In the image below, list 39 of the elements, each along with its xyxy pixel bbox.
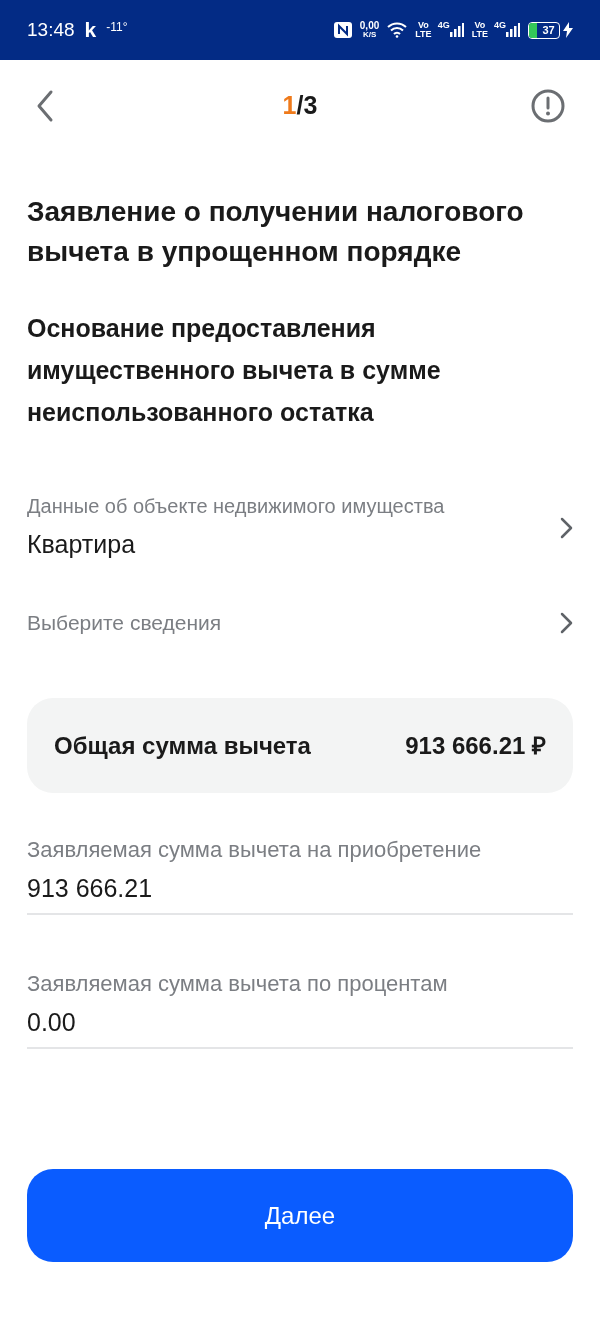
- charging-icon: [563, 22, 573, 38]
- wifi-icon: [387, 22, 408, 38]
- field-placeholder: Выберите сведения: [27, 610, 222, 637]
- input-field[interactable]: Заявляемая сумма вычета по процентам 0.00: [27, 967, 573, 1049]
- volte-label: Vo: [474, 21, 486, 30]
- status-time: 13:48: [27, 17, 75, 42]
- field-label: Заявляемая сумма вычета по процентам: [27, 970, 449, 998]
- battery-level: 37: [541, 22, 556, 38]
- info-icon[interactable]: [531, 89, 565, 123]
- field-value: 913 666.21: [27, 873, 154, 904]
- total-amount: 913 666.21 ₽: [405, 730, 546, 761]
- network-speed: 0,00: [359, 21, 380, 31]
- page-title: Заявление о получении налогового вычета в упрощенном порядке: [27, 195, 525, 269]
- network-type: 4G: [437, 19, 450, 33]
- chevron-right-icon: [559, 611, 573, 635]
- field-value: Квартира: [27, 529, 137, 560]
- back-icon[interactable]: [35, 89, 55, 123]
- field-value: 0.00: [27, 1007, 77, 1038]
- signal-icon: [506, 23, 520, 37]
- step-counter: 1/3: [282, 90, 318, 122]
- network-type: 4G: [494, 19, 506, 33]
- section-title: Основание предоставления имущественного вычета в сумме неиспользованного остатка: [27, 313, 442, 428]
- input-field[interactable]: Заявляемая сумма вычета на приобретение 913 666.21: [27, 833, 573, 915]
- signal-icon: [449, 23, 464, 37]
- field-label: Заявляемая сумма вычета на приобретение: [27, 836, 483, 864]
- speed-unit: K/S: [362, 31, 377, 39]
- total-label: Общая сумма вычета: [54, 730, 311, 761]
- battery-charge: [529, 22, 537, 38]
- chevron-right-icon: [559, 516, 573, 540]
- nfc-icon: [333, 22, 352, 38]
- volte-label: LTE: [415, 30, 432, 39]
- volte-label: LTE: [471, 30, 488, 39]
- next-button[interactable]: Далее: [27, 1169, 573, 1262]
- select-field[interactable]: Данные об объекте недвижимого имущества Квартира: [27, 488, 573, 568]
- temperature: -11°: [106, 19, 128, 36]
- select-field[interactable]: Выберите сведения: [27, 598, 573, 648]
- field-label: Данные об объекте недвижимого имущества: [27, 494, 445, 519]
- volte-label: Vo: [418, 21, 429, 30]
- app-logo: k: [84, 17, 97, 44]
